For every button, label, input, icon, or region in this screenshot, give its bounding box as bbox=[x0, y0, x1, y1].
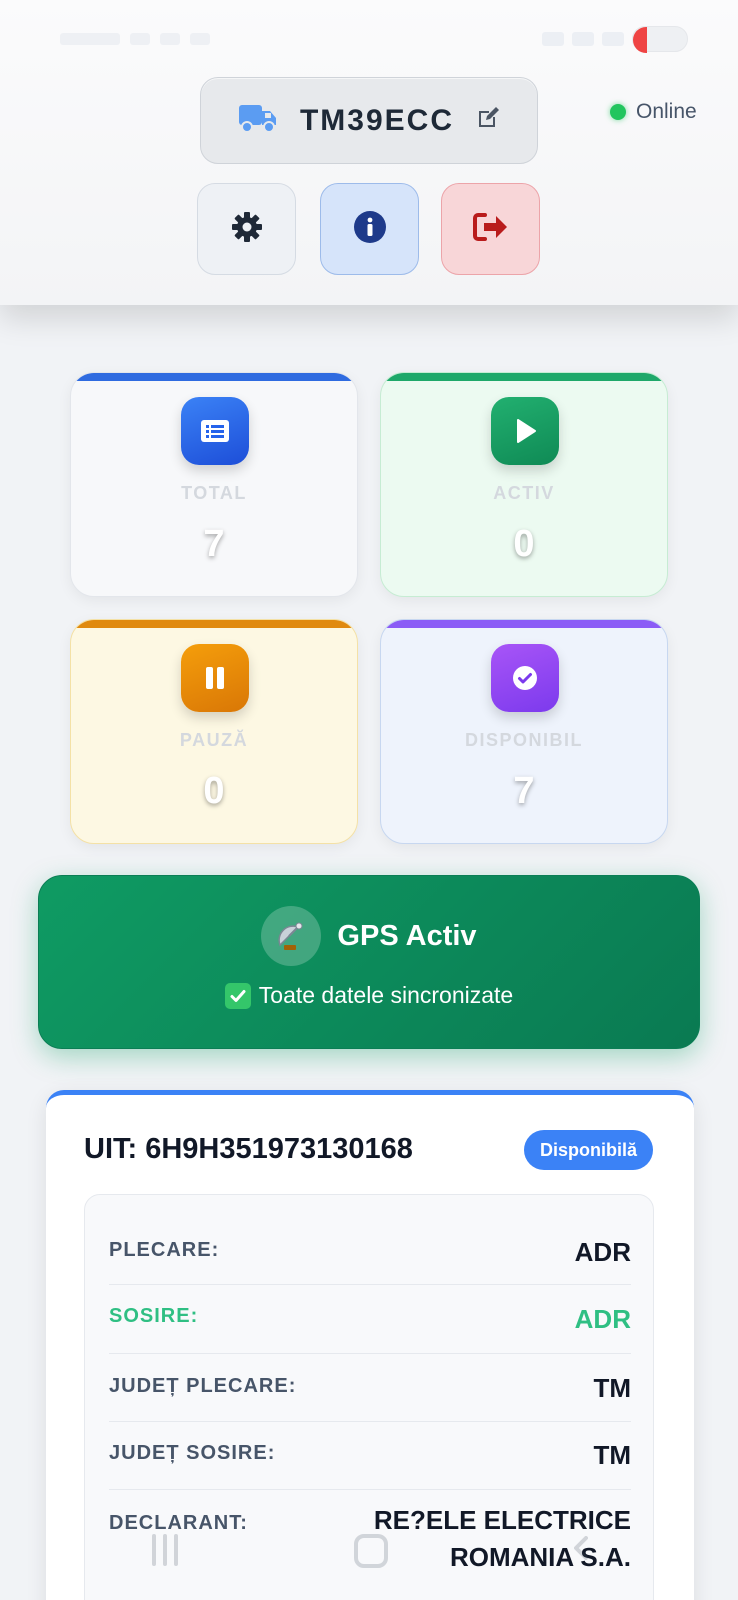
check-circle-icon bbox=[491, 644, 559, 712]
gps-status-banner: GPS Activ Toate datele sincronizate bbox=[38, 875, 700, 1049]
stat-topbar bbox=[71, 620, 357, 628]
signal-icon bbox=[602, 32, 624, 46]
detail-label: PLECARE: bbox=[109, 1239, 220, 1261]
stat-label: DISPONIBIL bbox=[464, 730, 583, 750]
stat-label: TOTAL bbox=[181, 483, 247, 503]
stat-card-pauza: PAUZĂ 0 bbox=[70, 619, 358, 844]
detail-row-sosire: SOSIRE: ADR bbox=[109, 1285, 631, 1354]
detail-label: JUDEȚ PLECARE: bbox=[109, 1375, 297, 1397]
declarant-line-2: ROMANIA S.A. bbox=[449, 1542, 631, 1572]
detail-value: ADR bbox=[574, 1304, 631, 1334]
gear-icon bbox=[230, 210, 264, 249]
status-bar-right bbox=[498, 26, 688, 53]
detail-label: SOSIRE: bbox=[109, 1305, 199, 1327]
pause-icon bbox=[181, 644, 249, 712]
stat-label: PAUZĂ bbox=[179, 730, 249, 750]
detail-row-declarant: DECLARANT: RE?ELE ELECTRICE ROMANIA S.A. bbox=[109, 1490, 631, 1600]
battery-icon bbox=[632, 26, 688, 53]
stat-value: 7 bbox=[203, 523, 225, 565]
stat-card-total: TOTAL 7 bbox=[70, 372, 358, 597]
system-status-bar bbox=[0, 0, 738, 80]
detail-value: TM bbox=[593, 1373, 631, 1403]
online-indicator: Online bbox=[610, 98, 697, 126]
detail-value: RE?ELE ELECTRICE ROMANIA S.A. bbox=[374, 1502, 631, 1576]
stat-value: 0 bbox=[513, 523, 535, 565]
declarant-line-1: RE?ELE ELECTRICE bbox=[373, 1505, 631, 1535]
online-label: Online bbox=[636, 100, 697, 123]
detail-row-judet-plecare: JUDEȚ PLECARE: TM bbox=[109, 1354, 631, 1422]
checkbox-icon bbox=[224, 982, 251, 1009]
transport-card[interactable]: UIT: 6H9H351973130168 Disponibilă PLECAR… bbox=[46, 1090, 694, 1600]
truck-icon bbox=[238, 102, 278, 139]
gps-title: GPS Activ bbox=[337, 919, 477, 952]
stat-card-disponibil: DISPONIBIL 7 bbox=[380, 619, 668, 844]
detail-label: DECLARANT: bbox=[109, 1512, 248, 1534]
app-header: TM39ECC Online bbox=[0, 0, 738, 305]
list-icon bbox=[181, 397, 249, 465]
gps-sync-status: Toate datele sincronizate bbox=[39, 982, 699, 1009]
uit-code: UIT: 6H9H351973130168 bbox=[84, 1133, 413, 1165]
vehicle-plate-text: TM39ECC bbox=[299, 103, 455, 137]
stat-topbar bbox=[381, 373, 667, 381]
status-bar-left bbox=[60, 28, 260, 50]
mute-icon bbox=[572, 32, 594, 46]
logout-icon bbox=[472, 212, 509, 247]
detail-label: JUDEȚ SOSIRE: bbox=[109, 1442, 276, 1464]
status-badge: Disponibilă bbox=[524, 1130, 654, 1170]
transport-details: PLECARE: ADR SOSIRE: ADR JUDEȚ PLECARE: … bbox=[84, 1194, 654, 1600]
edit-icon bbox=[476, 106, 500, 135]
logout-button[interactable] bbox=[441, 183, 540, 275]
gps-subtitle: Toate datele sincronizate bbox=[258, 982, 514, 1008]
stat-label: ACTIV bbox=[493, 483, 555, 503]
detail-value: TM bbox=[593, 1440, 631, 1470]
info-icon bbox=[353, 210, 387, 249]
stat-topbar bbox=[71, 373, 357, 381]
gps-header: GPS Activ bbox=[39, 906, 699, 966]
satellite-icon bbox=[261, 906, 322, 966]
stat-value: 0 bbox=[203, 770, 225, 812]
detail-row-judet-sosire: JUDEȚ SOSIRE: TM bbox=[109, 1422, 631, 1490]
info-button[interactable] bbox=[320, 183, 419, 275]
detail-row-plecare: PLECARE: ADR bbox=[109, 1195, 631, 1285]
stat-value: 7 bbox=[513, 770, 535, 812]
settings-button[interactable] bbox=[197, 183, 296, 275]
stat-topbar bbox=[381, 620, 667, 628]
detail-value: ADR bbox=[574, 1237, 631, 1267]
wifi-icon bbox=[542, 32, 564, 46]
play-icon bbox=[491, 397, 559, 465]
vehicle-plate-button[interactable]: TM39ECC bbox=[200, 77, 538, 164]
stat-card-activ: ACTIV 0 bbox=[380, 372, 668, 597]
online-dot bbox=[610, 104, 626, 120]
